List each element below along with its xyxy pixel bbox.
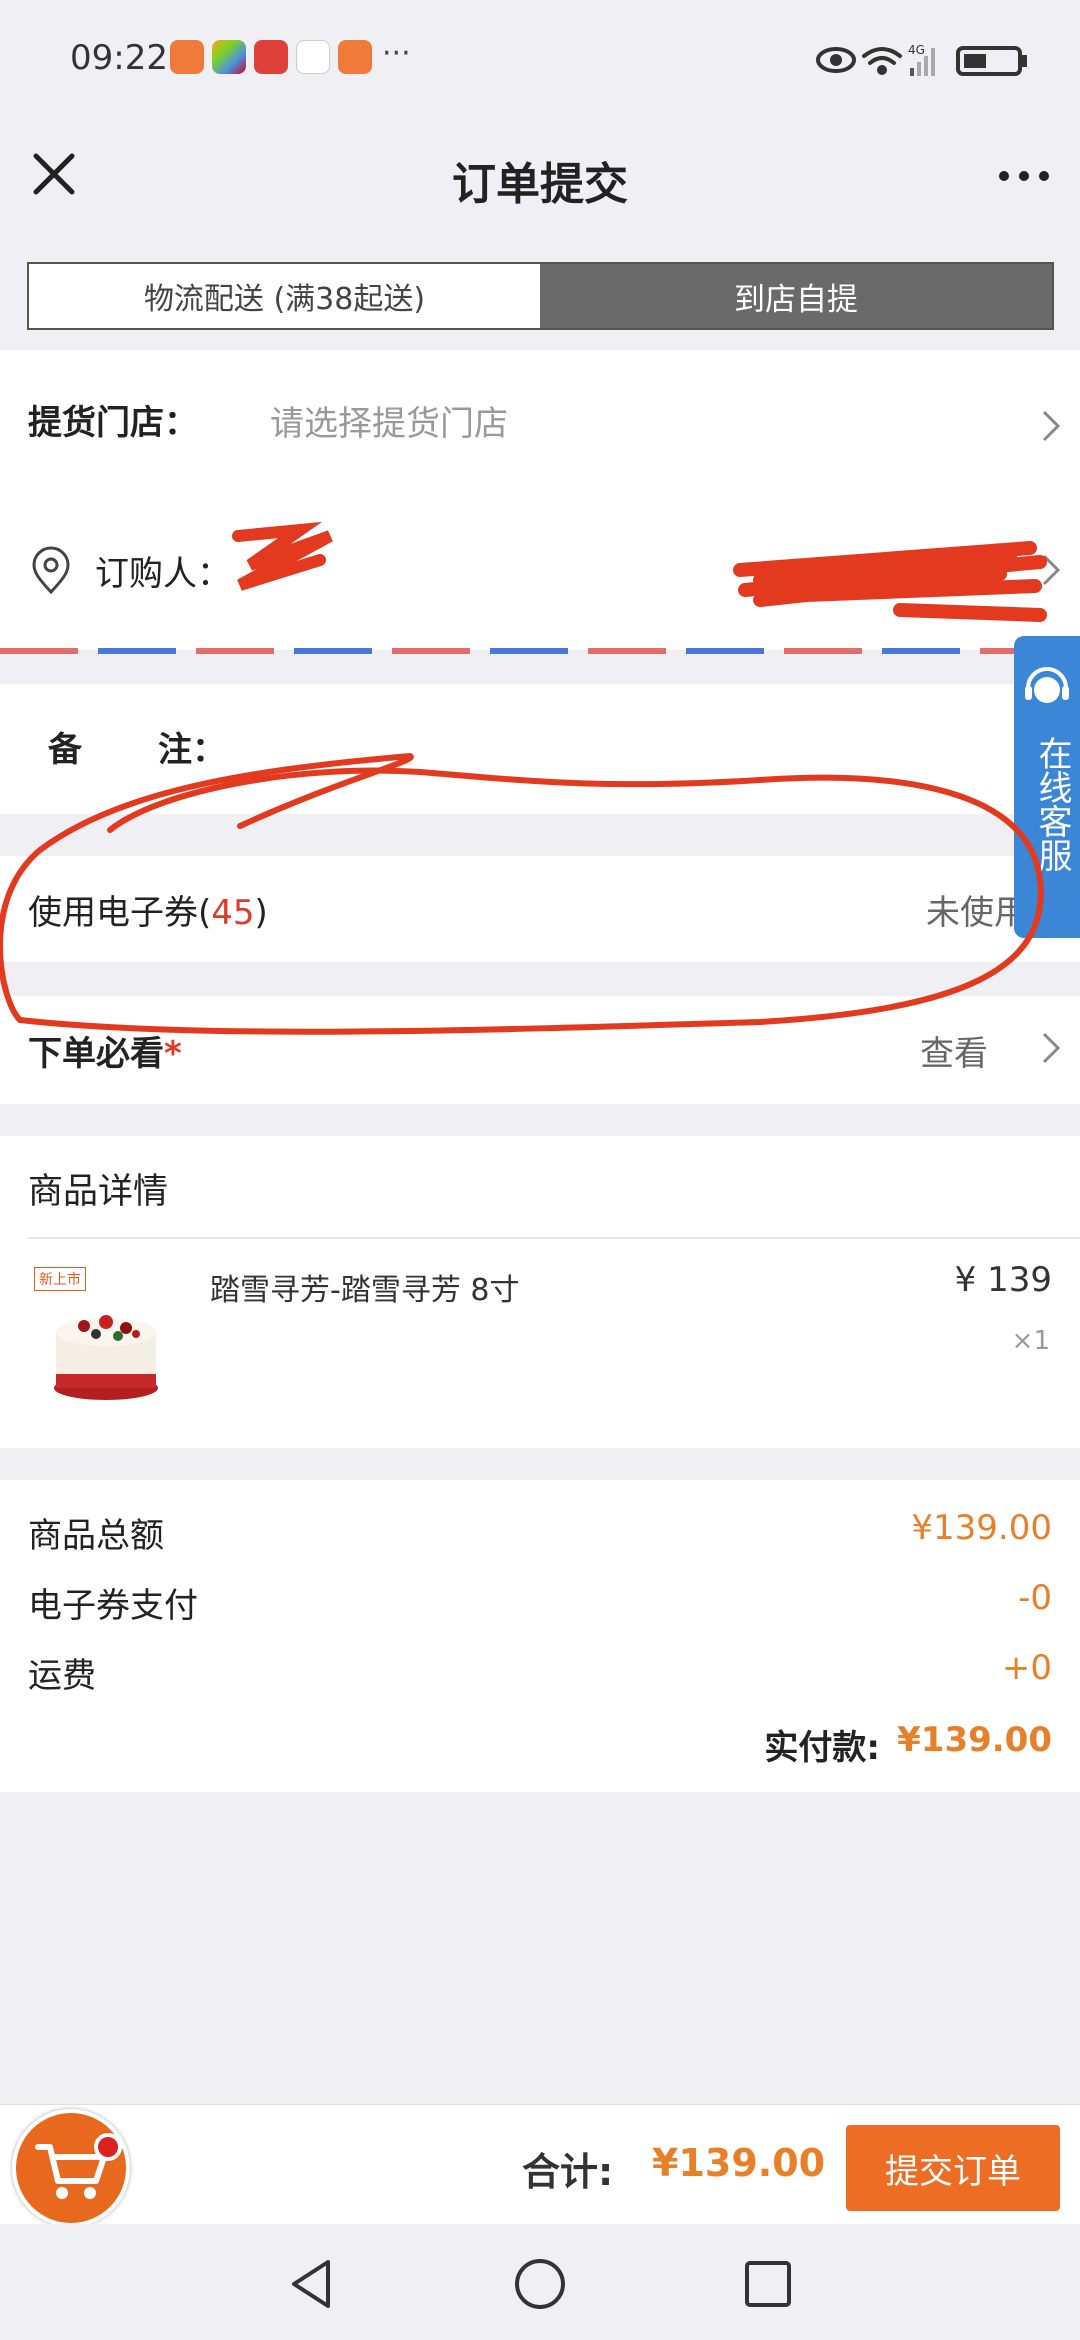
cake-product-image[interactable] (44, 1292, 174, 1404)
summary-value-shipping: +0 (1001, 1648, 1052, 1688)
total-label: 合计: (522, 2150, 614, 2194)
product-price: ¥ 139 (954, 1260, 1052, 1300)
new-arrival-badge: 新上市 (34, 1267, 86, 1291)
summary-label-subtotal: 商品总额 (28, 1516, 164, 1556)
product-details-title: 商品详情 (28, 1172, 169, 1212)
recents-nav-icon[interactable] (738, 2254, 798, 2314)
summary-value-voucher: -0 (1018, 1578, 1052, 1618)
summary-label-shipping: 运费 (28, 1656, 96, 1696)
cart-button[interactable] (12, 2109, 130, 2227)
divider (28, 1237, 1080, 1239)
summary-value-subtotal: ¥139.00 (911, 1508, 1052, 1548)
annotation-scribbles (0, 521, 1047, 1035)
summary-label-voucher: 电子券支付 (28, 1586, 198, 1626)
submit-order-button[interactable]: 提交订单 (846, 2125, 1060, 2211)
total-value: ¥139.00 (652, 2141, 826, 2185)
back-nav-icon[interactable] (282, 2254, 342, 2314)
product-name[interactable]: 踏雪寻芳-踏雪寻芳 8寸 (210, 1265, 519, 1309)
system-navigation-bar (0, 2224, 1080, 2340)
home-nav-icon[interactable] (510, 2254, 570, 2314)
product-quantity: ×1 (1011, 1326, 1050, 1356)
checkout-bar: 合计: ¥139.00 提交订单 (0, 2104, 1080, 2227)
cart-badge-dot (94, 2133, 122, 2161)
amount-paid-label: 实付款: (764, 1728, 880, 1768)
amount-paid-value: ¥139.00 (897, 1720, 1052, 1760)
